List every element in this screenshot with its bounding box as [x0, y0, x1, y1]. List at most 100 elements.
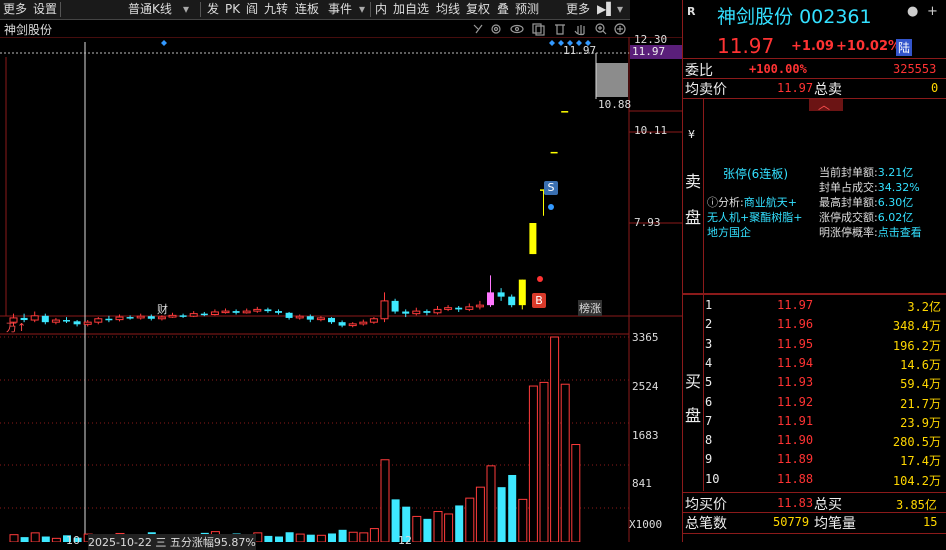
candle[interactable] — [179, 315, 187, 317]
candle[interactable] — [402, 311, 410, 314]
settings-icon[interactable] — [491, 24, 501, 34]
candle[interactable] — [348, 323, 357, 327]
candle[interactable] — [51, 319, 60, 323]
ranking-marker[interactable]: 榜涨 — [578, 300, 602, 316]
candle[interactable] — [455, 307, 463, 310]
delete-icon[interactable] — [555, 24, 565, 35]
candle[interactable] — [487, 292, 494, 306]
candle[interactable] — [497, 292, 505, 297]
nei-button[interactable]: 内 — [372, 0, 390, 19]
candle[interactable] — [264, 309, 272, 312]
candle[interactable] — [83, 321, 92, 325]
analysis-tag[interactable]: 无人机+聚酯树脂+ — [707, 209, 802, 225]
event-markers[interactable] — [161, 40, 591, 46]
fa-button[interactable]: 发 — [204, 0, 222, 19]
candle[interactable] — [115, 316, 124, 321]
candle[interactable] — [232, 311, 240, 313]
candle[interactable] — [189, 313, 198, 317]
candle[interactable] — [475, 304, 484, 308]
bid-row[interactable]: 1 11.97 3.2亿 — [683, 298, 946, 315]
candle[interactable] — [316, 317, 325, 321]
bid-row[interactable]: 10 11.88 104.2万 — [683, 472, 946, 489]
candle[interactable] — [391, 300, 399, 312]
info-icon[interactable]: ● — [907, 4, 918, 19]
candle[interactable] — [412, 310, 421, 315]
candle[interactable] — [518, 279, 526, 306]
kline-type-dropdown-icon[interactable]: ▾ — [180, 0, 192, 19]
candle[interactable] — [136, 315, 145, 319]
events-dropdown-icon[interactable]: ▾ — [356, 0, 368, 19]
candle[interactable] — [147, 316, 155, 319]
play-dropdown-icon[interactable]: ▾ — [614, 0, 626, 19]
yan-button[interactable]: 阎 — [243, 0, 261, 19]
candle[interactable] — [550, 151, 558, 154]
check-probability-link[interactable]: 点击查看 — [878, 226, 922, 239]
add-icon[interactable]: + — [927, 4, 938, 19]
bid-row[interactable]: 6 11.92 21.7万 — [683, 395, 946, 412]
candle[interactable] — [380, 300, 389, 320]
lianban-button[interactable]: 连板 — [292, 0, 322, 19]
hand-icon[interactable] — [574, 25, 585, 36]
eye-icon[interactable] — [510, 24, 524, 34]
candle[interactable] — [275, 311, 282, 313]
candle[interactable] — [41, 315, 49, 323]
candle[interactable] — [30, 315, 39, 321]
candle[interactable] — [168, 314, 177, 318]
candle[interactable] — [561, 111, 569, 113]
bid-row[interactable]: 5 11.93 59.4万 — [683, 375, 946, 392]
candle[interactable] — [126, 317, 134, 319]
bid-row[interactable]: 7 11.91 23.9万 — [683, 414, 946, 431]
adjust-button[interactable]: 复权 — [463, 0, 493, 19]
candle[interactable] — [433, 308, 442, 314]
candle[interactable] — [306, 316, 314, 320]
candle[interactable] — [359, 321, 368, 325]
analysis-tag[interactable]: 商业航天+ — [744, 196, 797, 209]
buy-signal-marker[interactable]: B — [532, 293, 546, 308]
candle[interactable] — [242, 310, 251, 314]
zoom-icon[interactable] — [595, 23, 607, 35]
bid-row[interactable]: 4 11.94 14.6万 — [683, 356, 946, 373]
pk-button[interactable]: PK — [222, 0, 243, 19]
more-button-2[interactable]: 更多 — [563, 0, 593, 19]
overlay-button[interactable]: 叠 — [494, 0, 512, 19]
candle[interactable] — [94, 318, 103, 323]
candle[interactable] — [295, 315, 304, 319]
candle[interactable] — [423, 311, 431, 313]
kline-type-select[interactable]: 普通K线 — [125, 0, 175, 19]
predict-button[interactable]: 预测 — [512, 0, 542, 19]
more-button[interactable]: 更多 — [0, 0, 30, 19]
candle[interactable] — [444, 307, 453, 310]
candle[interactable] — [328, 317, 335, 323]
bid-row[interactable]: 8 11.90 280.5万 — [683, 433, 946, 450]
events-button[interactable]: 事件 — [325, 0, 355, 19]
candle[interactable] — [105, 318, 113, 321]
draw-tool-icon[interactable] — [473, 24, 483, 34]
add-icon[interactable] — [614, 23, 626, 35]
candle[interactable] — [369, 318, 378, 323]
analysis-tag[interactable]: 地方国企 — [707, 224, 751, 240]
kline-chart[interactable] — [0, 37, 682, 542]
candle[interactable] — [508, 296, 516, 306]
bid-row[interactable]: 2 11.96 348.4万 — [683, 317, 946, 334]
candle[interactable] — [285, 312, 293, 318]
bid-row[interactable]: 3 11.95 196.2万 — [683, 337, 946, 354]
candle[interactable] — [63, 320, 70, 322]
candle[interactable] — [529, 223, 537, 255]
bid-volume: 280.5万 — [892, 435, 941, 450]
candle[interactable] — [157, 316, 166, 320]
finance-marker[interactable]: 财 — [157, 301, 168, 317]
candle[interactable] — [73, 321, 81, 325]
settings-button[interactable]: 设置 — [30, 0, 60, 19]
candle[interactable] — [210, 311, 219, 316]
candle[interactable] — [221, 310, 230, 314]
sell-signal-marker[interactable]: S — [544, 181, 558, 195]
copy-icon[interactable] — [532, 23, 545, 36]
bid-row[interactable]: 9 11.89 17.4万 — [683, 452, 946, 469]
candle[interactable] — [465, 306, 474, 310]
jiuzhuan-button[interactable]: 九转 — [261, 0, 291, 19]
add-watchlist-button[interactable]: 加自选 — [390, 0, 432, 19]
candle[interactable] — [200, 313, 208, 316]
candle[interactable] — [253, 308, 262, 312]
candle[interactable] — [338, 322, 346, 326]
ma-button[interactable]: 均线 — [433, 0, 463, 19]
